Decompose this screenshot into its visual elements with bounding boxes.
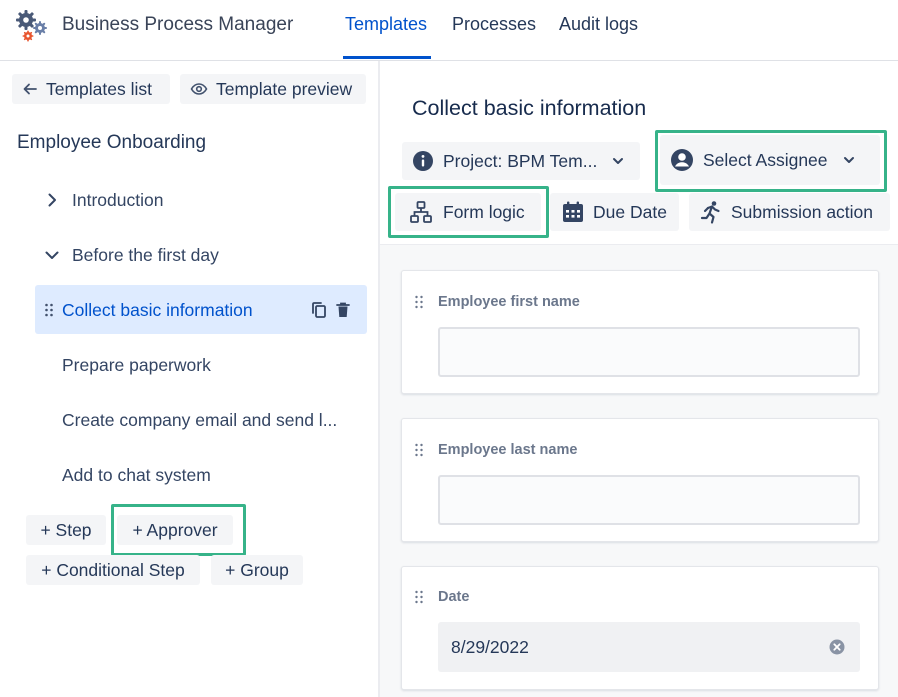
template-name: Employee Onboarding bbox=[17, 132, 207, 153]
add-group-button[interactable]: + Group bbox=[211, 555, 303, 585]
submission-action-label: Submission action bbox=[731, 201, 874, 222]
select-assignee-label: Select Assignee bbox=[703, 149, 828, 170]
field-label: Date bbox=[438, 589, 470, 605]
due-date-button[interactable]: Due Date bbox=[550, 193, 679, 231]
chevron-down-icon bbox=[843, 157, 854, 163]
app-title: Business Process Manager bbox=[62, 14, 294, 35]
date-input[interactable]: 8/29/2022 bbox=[438, 622, 860, 672]
employee-first-name-input[interactable] bbox=[438, 327, 860, 377]
tree-item-introduction[interactable]: Introduction bbox=[44, 188, 163, 212]
chevron-down-icon bbox=[613, 158, 624, 164]
field-label: Employee last name bbox=[438, 442, 578, 458]
active-tab-indicator bbox=[343, 56, 431, 59]
templates-list-button[interactable]: Templates list bbox=[12, 74, 170, 104]
arrow-left-icon bbox=[23, 83, 37, 95]
info-icon bbox=[413, 151, 433, 171]
employee-last-name-input[interactable] bbox=[438, 475, 860, 525]
templates-list-label: Templates list bbox=[46, 78, 153, 99]
user-avatar-icon bbox=[671, 149, 693, 171]
sidebar bbox=[0, 61, 378, 697]
chevron-right-icon bbox=[48, 193, 56, 207]
submission-action-button[interactable]: Submission action bbox=[689, 193, 890, 231]
project-select[interactable]: Project: BPM Tem... bbox=[402, 142, 640, 180]
eye-icon bbox=[190, 83, 208, 95]
trash-icon[interactable] bbox=[334, 301, 352, 324]
drag-handle-icon[interactable] bbox=[414, 295, 424, 314]
drag-handle-icon[interactable] bbox=[44, 302, 54, 323]
running-person-icon bbox=[700, 201, 720, 224]
date-value: 8/29/2022 bbox=[451, 636, 529, 657]
drag-handle-icon[interactable] bbox=[414, 443, 424, 462]
tree-item-prepare-paperwork[interactable]: Prepare paperwork bbox=[62, 353, 211, 377]
tree-item-label: Before the first day bbox=[72, 244, 219, 265]
tree-item-add-to-chat-system[interactable]: Add to chat system bbox=[62, 463, 211, 487]
template-preview-button[interactable]: Template preview bbox=[180, 74, 366, 104]
tree-item-before-first-day[interactable]: Before the first day bbox=[44, 243, 219, 267]
gears-logo-icon bbox=[14, 8, 50, 44]
clear-icon[interactable] bbox=[829, 639, 845, 660]
tree-item-create-company-email[interactable]: Create company email and send l... bbox=[62, 408, 337, 432]
chevron-down-icon bbox=[45, 251, 59, 259]
field-label: Employee first name bbox=[438, 294, 580, 310]
calendar-icon bbox=[563, 201, 583, 222]
due-date-label: Due Date bbox=[593, 201, 667, 222]
form-logic-button[interactable]: Form logic bbox=[395, 193, 541, 231]
add-step-button[interactable]: + Step bbox=[26, 515, 106, 545]
tab-audit-logs[interactable]: Audit logs bbox=[559, 14, 638, 35]
add-conditional-step-button[interactable]: + Conditional Step bbox=[26, 555, 200, 585]
tab-processes[interactable]: Processes bbox=[452, 14, 536, 35]
project-label: Project: BPM Tem... bbox=[443, 150, 598, 171]
template-preview-label: Template preview bbox=[216, 78, 353, 99]
tab-templates[interactable]: Templates bbox=[345, 14, 427, 35]
form-logic-label: Form logic bbox=[443, 201, 525, 222]
add-approver-button[interactable]: + Approver bbox=[117, 515, 233, 545]
select-assignee-button[interactable]: Select Assignee bbox=[660, 135, 880, 185]
sitemap-icon bbox=[410, 201, 432, 223]
tree-item-label: Introduction bbox=[72, 189, 164, 210]
panel-title: Collect basic information bbox=[412, 96, 647, 120]
copy-icon[interactable] bbox=[310, 301, 328, 324]
drag-handle-icon[interactable] bbox=[414, 590, 424, 609]
tree-item-label: Collect basic information bbox=[62, 299, 253, 320]
